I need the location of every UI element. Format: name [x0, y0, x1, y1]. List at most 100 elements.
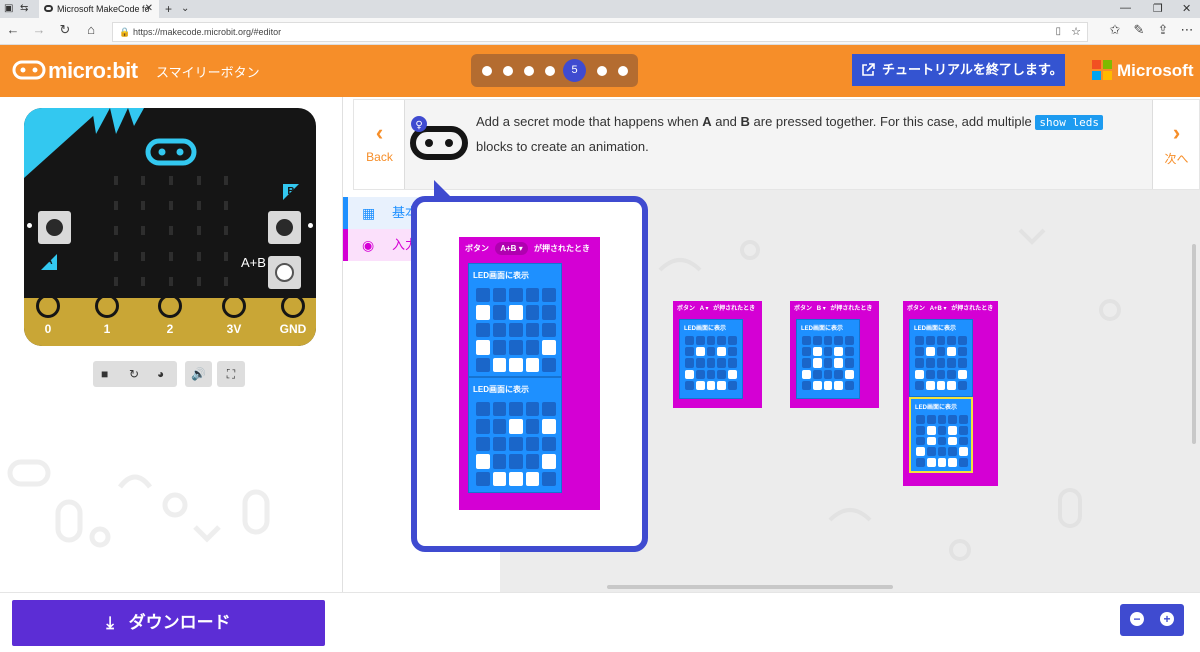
led-cell[interactable]: [959, 447, 968, 457]
button-b[interactable]: [268, 211, 301, 244]
more-icon[interactable]: ⋯: [1178, 22, 1196, 38]
hint-popup[interactable]: ボタン A+B ▾ が押されたとき LED画面に表示 LED画面に表示: [411, 196, 648, 552]
back-nav-icon[interactable]: ←: [4, 22, 22, 37]
button-dropdown[interactable]: B ▾: [817, 306, 826, 312]
led-cell[interactable]: [812, 336, 822, 346]
led-cell[interactable]: [926, 436, 936, 446]
led-cell[interactable]: [936, 380, 946, 390]
share-icon[interactable]: ⇪: [1154, 22, 1172, 38]
led-cell[interactable]: [728, 358, 737, 368]
step-dot[interactable]: [482, 66, 492, 76]
pin-1[interactable]: 1: [93, 294, 121, 340]
maximize-icon[interactable]: ❐: [1153, 2, 1163, 15]
home-icon[interactable]: ⌂: [82, 22, 100, 37]
led-cell[interactable]: [947, 347, 957, 357]
stop-icon[interactable]: ■: [101, 361, 108, 387]
led-cell[interactable]: [812, 380, 822, 390]
led-cell[interactable]: [958, 369, 967, 379]
on-button-b-block[interactable]: ボタン B ▾ が押されたとき LED画面に表示: [790, 301, 879, 408]
led-cell[interactable]: [926, 415, 936, 424]
led-cell[interactable]: [834, 336, 844, 346]
led-cell[interactable]: [717, 336, 727, 346]
zoom-out-button[interactable]: −: [1130, 612, 1144, 626]
led-cell[interactable]: [948, 425, 958, 435]
led-cell[interactable]: [936, 358, 946, 368]
led-cell[interactable]: [823, 380, 833, 390]
led-cell[interactable]: [958, 380, 967, 390]
led-cell[interactable]: [834, 369, 844, 379]
microbit-logo-icon[interactable]: [12, 60, 46, 80]
window-menu-icon[interactable]: ▣: [4, 3, 13, 14]
led-cell[interactable]: [958, 358, 967, 368]
led-cell[interactable]: [706, 358, 716, 368]
led-cell[interactable]: [947, 358, 957, 368]
led-cell[interactable]: [916, 415, 925, 424]
logo-text[interactable]: micro:bit: [48, 58, 138, 84]
led-grid[interactable]: [915, 336, 967, 390]
led-cell[interactable]: [823, 336, 833, 346]
step-dot[interactable]: [545, 66, 555, 76]
led-cell[interactable]: [834, 380, 844, 390]
led-cell[interactable]: [925, 369, 935, 379]
minimize-icon[interactable]: —: [1120, 2, 1131, 14]
led-cell[interactable]: [915, 380, 924, 390]
led-cell[interactable]: [728, 347, 737, 357]
led-cell[interactable]: [937, 415, 947, 424]
url-field[interactable]: 🔒 https://makecode.microbit.org/#editor …: [112, 22, 1088, 42]
tab-list-icon[interactable]: ⌄: [181, 3, 189, 14]
led-cell[interactable]: [926, 447, 936, 457]
show-leds-block[interactable]: LED画面に表示: [909, 319, 973, 397]
led-cell[interactable]: [802, 358, 811, 368]
new-tab-icon[interactable]: +: [165, 2, 172, 16]
led-cell[interactable]: [948, 415, 958, 424]
exit-tutorial-button[interactable]: チュートリアルを終了します。: [852, 54, 1065, 86]
led-cell[interactable]: [695, 380, 705, 390]
button-dropdown[interactable]: A ▾: [700, 306, 709, 312]
led-cell[interactable]: [706, 336, 716, 346]
step-dot[interactable]: [597, 66, 607, 76]
led-cell[interactable]: [916, 458, 925, 467]
download-button[interactable]: ⤓ ダウンロード: [12, 600, 325, 646]
led-cell[interactable]: [958, 347, 967, 357]
led-cell[interactable]: [915, 358, 924, 368]
led-cell[interactable]: [936, 369, 946, 379]
pin-2[interactable]: 2: [156, 294, 184, 340]
led-cell[interactable]: [812, 369, 822, 379]
led-cell[interactable]: [937, 436, 947, 446]
led-cell[interactable]: [959, 458, 968, 467]
led-cell[interactable]: [695, 336, 705, 346]
on-button-a-block[interactable]: ボタン A ▾ が押されたとき LED画面に表示: [673, 301, 762, 408]
led-cell[interactable]: [947, 336, 957, 346]
led-cell[interactable]: [802, 336, 811, 346]
button-a[interactable]: [38, 211, 71, 244]
on-button-ab-block[interactable]: ボタン A+B ▾ が押されたとき LED画面に表示 LED画面に表示: [903, 301, 998, 486]
pin-3v[interactable]: 3V: [220, 294, 248, 340]
led-cell[interactable]: [823, 369, 833, 379]
led-cell[interactable]: [925, 380, 935, 390]
close-tab-icon[interactable]: ✕: [145, 0, 153, 18]
refresh-icon[interactable]: ↻: [56, 22, 74, 38]
led-grid[interactable]: [802, 336, 854, 390]
led-cell[interactable]: [916, 425, 925, 435]
led-cell[interactable]: [823, 347, 833, 357]
restart-icon[interactable]: ↻: [129, 361, 139, 387]
led-cell[interactable]: [845, 347, 854, 357]
tutorial-back-button[interactable]: ‹ Back: [354, 100, 405, 189]
button-dropdown[interactable]: A+B ▾: [930, 306, 947, 312]
led-cell[interactable]: [845, 358, 854, 368]
mute-icon[interactable]: 🔊: [185, 361, 212, 387]
button-ab[interactable]: [268, 256, 301, 289]
led-cell[interactable]: [834, 347, 844, 357]
led-cell[interactable]: [706, 347, 716, 357]
led-cell[interactable]: [802, 380, 811, 390]
led-cell[interactable]: [717, 347, 727, 357]
led-cell[interactable]: [685, 347, 694, 357]
tutorial-next-button[interactable]: › 次へ: [1152, 100, 1199, 189]
workspace-horizontal-scrollbar[interactable]: [607, 585, 893, 589]
microsoft-brand[interactable]: Microsoft: [1117, 61, 1194, 81]
notes-icon[interactable]: ✎: [1130, 22, 1148, 38]
led-cell[interactable]: [685, 336, 694, 346]
led-cell[interactable]: [959, 436, 968, 446]
led-cell[interactable]: [947, 380, 957, 390]
led-cell[interactable]: [695, 347, 705, 357]
